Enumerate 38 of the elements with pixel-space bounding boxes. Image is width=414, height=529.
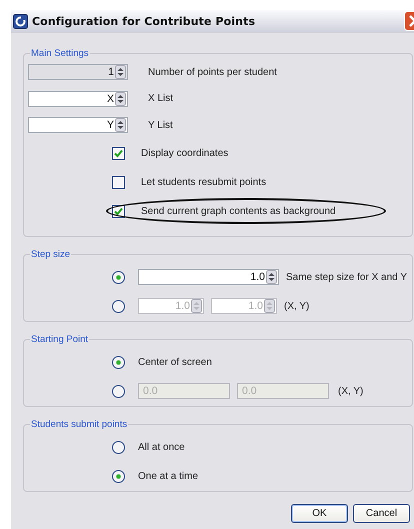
option-label: One at a time (138, 470, 198, 482)
radio-button[interactable] (112, 300, 125, 312)
radio-button[interactable] (112, 270, 125, 284)
spinner-field[interactable]: 1 (28, 64, 128, 80)
spin-arrows-icon[interactable] (266, 270, 277, 284)
radio-button[interactable] (112, 470, 125, 482)
spin-arrows-icon[interactable] (115, 92, 126, 106)
checkbox[interactable] (112, 204, 125, 218)
spinner-field[interactable]: Y (28, 117, 128, 134)
app-icon[interactable] (13, 14, 28, 28)
option-label: All at once (138, 442, 185, 452)
option-label: Let students resubmit points (141, 176, 266, 188)
option-label: Center of screen (138, 356, 212, 368)
option-label: Same step size for X and Y (286, 272, 407, 282)
group-label: Main Settings (30, 48, 90, 59)
spinner-field[interactable]: 1.0 (138, 269, 279, 285)
spinner-field[interactable]: X (28, 90, 128, 107)
option-label: Number of points per student (148, 66, 277, 78)
group-label: Students submit points (30, 418, 128, 430)
group-label: Step size (30, 248, 72, 260)
close-icon[interactable] (404, 11, 414, 31)
spin-arrows-icon[interactable] (115, 65, 126, 80)
dialog-button[interactable]: OK (291, 504, 348, 522)
spin-arrows-icon[interactable] (115, 118, 126, 132)
radio-button[interactable] (112, 440, 125, 454)
checkbox[interactable] (112, 176, 125, 188)
option-label: Display coordinates (141, 148, 228, 158)
checkbox[interactable] (112, 146, 125, 160)
radio-button[interactable] (112, 384, 125, 398)
window-title: Configuration for Contribute Points (32, 14, 256, 28)
option-label: (X, Y) (338, 386, 364, 396)
option-label: (X, Y) (284, 300, 310, 312)
option-label: X List (148, 93, 174, 104)
option-label: Send current graph contents as background (141, 206, 336, 216)
group-label: Starting Point (30, 334, 90, 344)
dialog-button[interactable]: Cancel (353, 504, 410, 522)
radio-button[interactable] (112, 356, 125, 368)
option-label: Y List (148, 120, 173, 131)
